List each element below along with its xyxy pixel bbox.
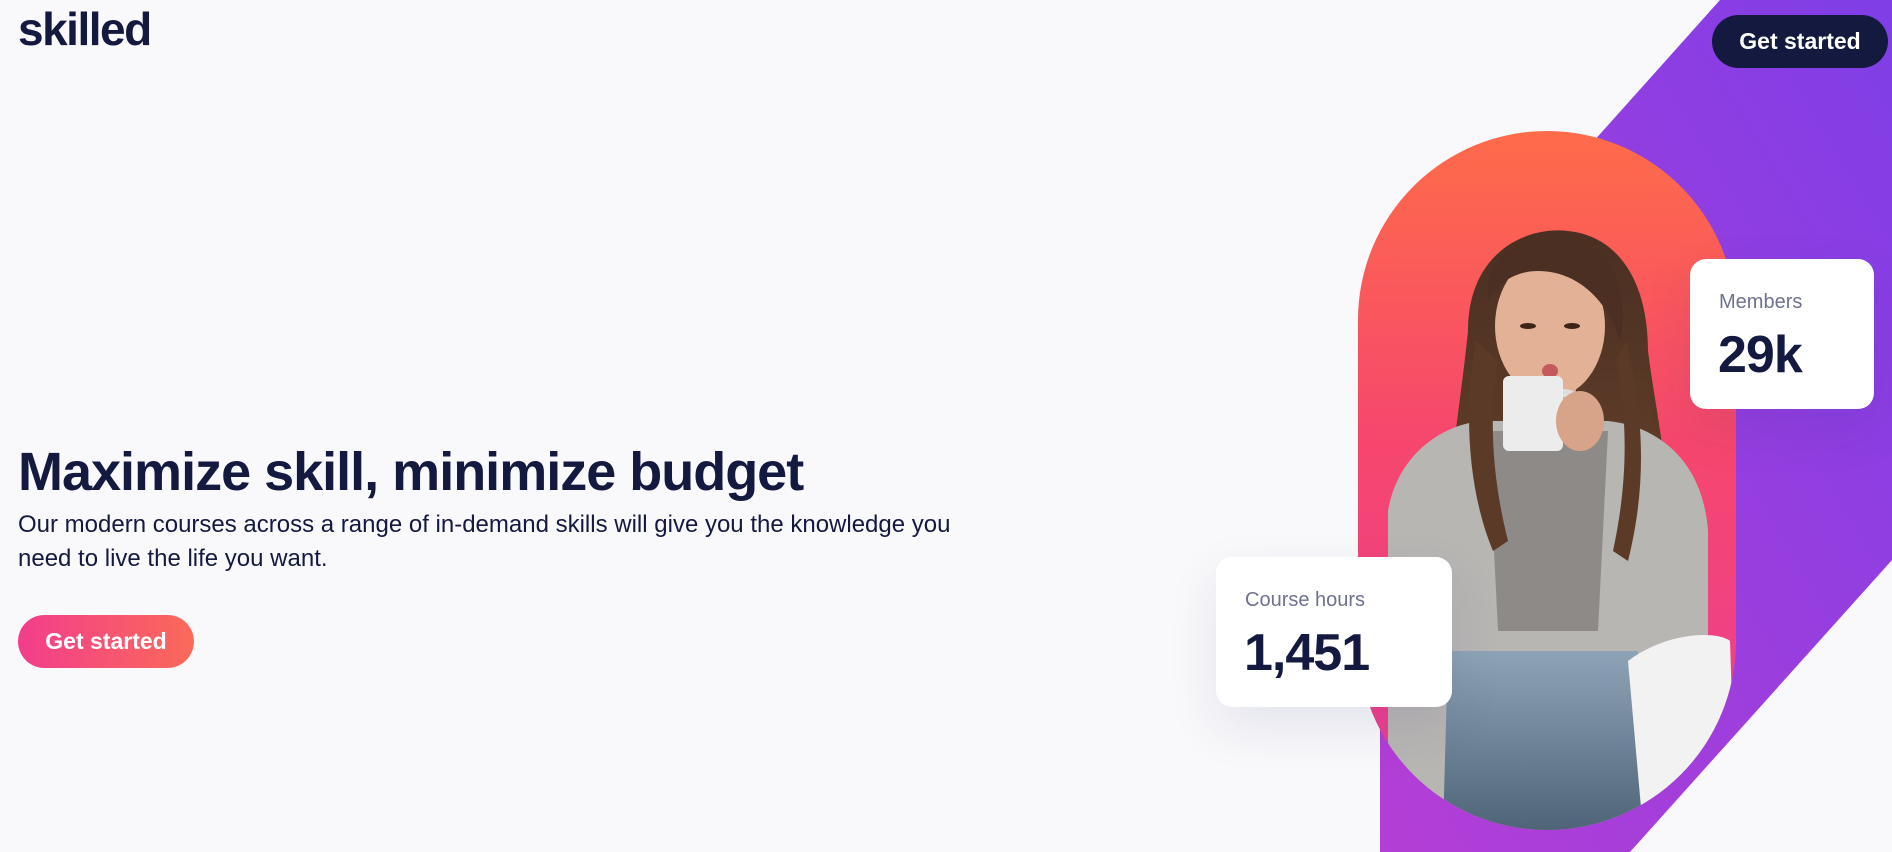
header-get-started-button[interactable]: Get started: [1712, 15, 1888, 68]
members-stat-card: Members 29k: [1690, 259, 1874, 409]
hero-image-pill: [1358, 131, 1736, 830]
course-hours-value: 1,451: [1244, 624, 1370, 682]
members-label: Members: [1719, 291, 1803, 313]
hero-title: Maximize skill, minimize budget: [18, 442, 804, 502]
members-value: 29k: [1718, 326, 1803, 384]
course-hours-stat-card: Course hours 1,451: [1216, 557, 1452, 707]
woman-with-mug-photo: [1388, 230, 1736, 830]
landing-page: skilled Get started Maximize skill, mini…: [0, 0, 1892, 852]
hero-get-started-button[interactable]: Get started: [18, 615, 194, 668]
logo[interactable]: skilled: [18, 6, 152, 52]
hero-description: Our modern courses across a range of in-…: [18, 511, 951, 572]
course-hours-label: Course hours: [1245, 589, 1366, 611]
